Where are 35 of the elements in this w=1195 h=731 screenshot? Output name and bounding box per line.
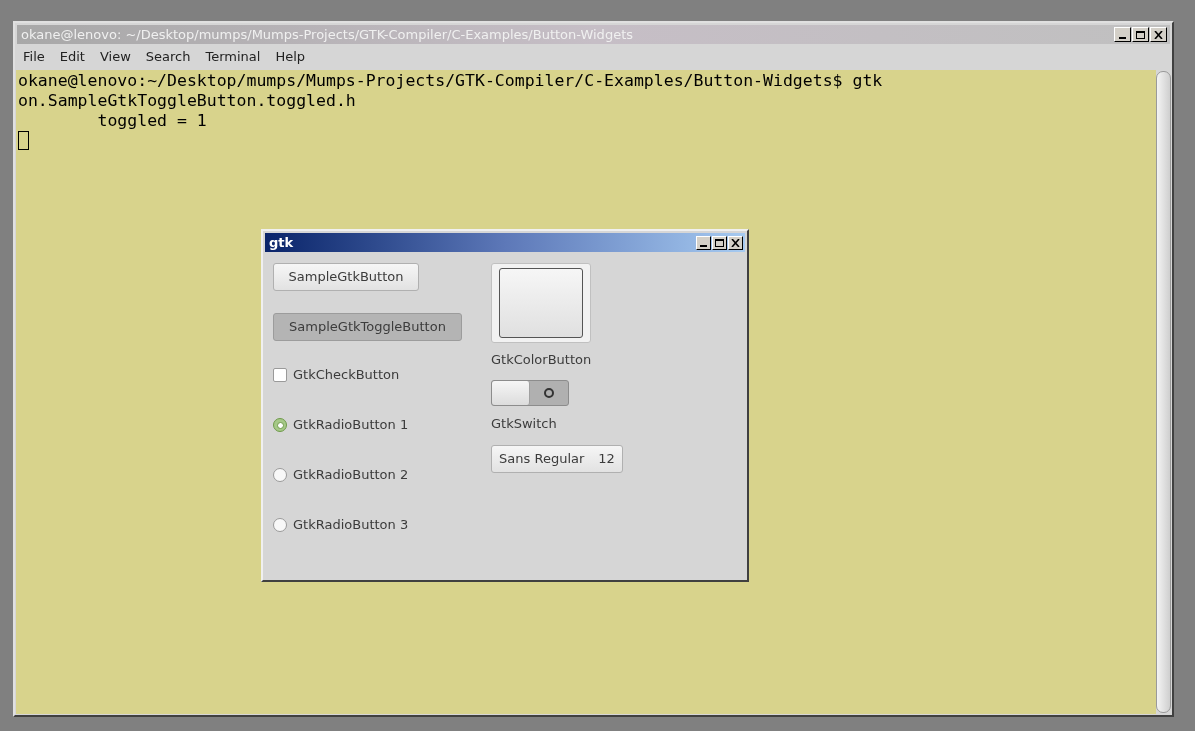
maximize-button[interactable] <box>1132 27 1149 42</box>
window-title: okane@lenovo: ~/Desktop/mumps/Mumps-Projects/GTK-Compiler/C-Examples/Button-Widgets <box>21 25 633 44</box>
switch-label: GtkSwitch <box>491 414 557 433</box>
close-icon <box>1154 30 1163 39</box>
close-icon <box>731 238 740 247</box>
minimize-button[interactable] <box>696 235 711 250</box>
radio-button[interactable] <box>273 468 287 482</box>
radio-label: GtkRadioButton 3 <box>293 516 409 535</box>
switch[interactable] <box>491 379 569 406</box>
menu-item[interactable]: View <box>99 47 131 67</box>
menu-item[interactable]: Terminal <box>205 47 261 67</box>
radio-button[interactable] <box>273 418 287 432</box>
terminal-line: on.SampleGtkToggleButton.toggled.h <box>18 91 356 111</box>
checkbox-label: GtkCheckButton <box>293 366 400 385</box>
terminal-cursor <box>18 131 29 150</box>
radio-label: GtkRadioButton 2 <box>293 466 409 485</box>
menu-item[interactable]: Help <box>275 47 306 67</box>
color-button[interactable] <box>491 263 591 343</box>
menu-item[interactable]: Edit <box>59 47 85 67</box>
font-button[interactable]: Sans Regular 12 <box>491 445 623 473</box>
minimize-button[interactable] <box>1114 27 1131 42</box>
window-title: gtk <box>269 233 294 252</box>
radio-label: GtkRadioButton 1 <box>293 416 409 435</box>
maximize-button[interactable] <box>712 235 727 250</box>
menu-item[interactable]: File <box>23 47 45 67</box>
terminal-line: toggled = 1 <box>96 111 207 131</box>
terminal-line: okane@lenovo:~/Desktop/mumps/Mumps-Projects/GTK-Compiler/C-Examples/Button-Widgets$ gtk <box>18 71 883 91</box>
color-button-label: GtkColorButton <box>491 351 592 369</box>
toggle-button[interactable]: SampleGtkToggleButton <box>273 313 462 341</box>
menu-item[interactable]: Search <box>145 47 191 67</box>
close-button[interactable] <box>728 235 743 250</box>
sample-button[interactable]: SampleGtkButton <box>273 263 419 291</box>
checkbox[interactable] <box>273 368 287 382</box>
close-button[interactable] <box>1150 27 1167 42</box>
radio-button[interactable] <box>273 518 287 532</box>
